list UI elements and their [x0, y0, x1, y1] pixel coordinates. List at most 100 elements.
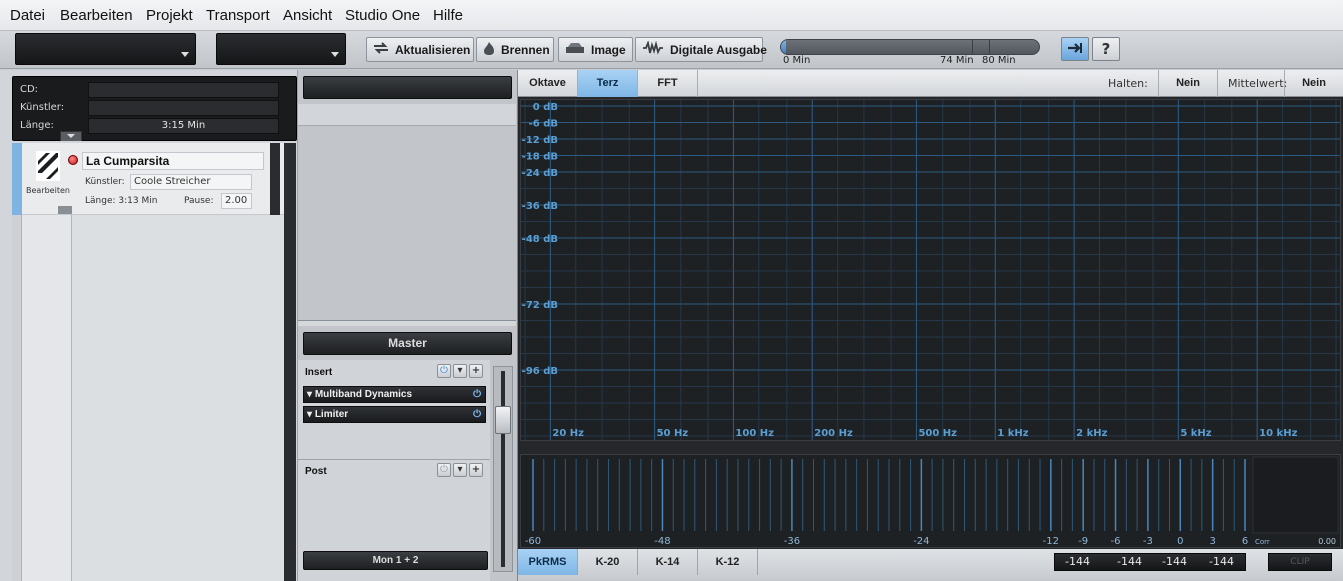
- menu-hilfe[interactable]: Hilfe: [433, 0, 463, 31]
- track-row-scrollbar[interactable]: [270, 143, 280, 215]
- meter-scale-1: -48: [654, 536, 670, 547]
- edit-track-icon[interactable]: [36, 151, 60, 184]
- track-artist-field[interactable]: Coole Streicher: [130, 174, 252, 190]
- digital-output-label: Digitale Ausgabe: [670, 42, 767, 57]
- hold-toggle[interactable]: Nein: [1158, 70, 1218, 97]
- meter-scale-10: 6: [1242, 536, 1248, 547]
- swap-arrows-icon: [373, 42, 389, 57]
- freq-label-8: 10 kHz: [1259, 428, 1297, 439]
- capacity-label-80: 80 Min: [982, 55, 1016, 66]
- freq-label-4: 500 Hz: [918, 428, 957, 439]
- detach-panel-button[interactable]: [1061, 37, 1089, 61]
- track-list: Bearbeiten La Cumparsita Künstler: Coole…: [12, 143, 296, 581]
- toolbar: Aktualisieren Brennen Image Digitale Aus…: [0, 31, 1343, 69]
- freq-label-7: 5 kHz: [1180, 428, 1211, 439]
- tab-oktave[interactable]: Oktave: [518, 70, 578, 97]
- help-button[interactable]: ?: [1092, 37, 1120, 61]
- channel-header[interactable]: [303, 76, 512, 99]
- track-row[interactable]: Bearbeiten La Cumparsita Künstler: Coole…: [22, 143, 284, 215]
- power-icon[interactable]: ⏻: [473, 387, 481, 402]
- flame-icon: [483, 41, 495, 59]
- chevron-down-icon: [331, 52, 339, 57]
- mode-pkrms[interactable]: PkRMS: [518, 549, 578, 575]
- burn-label: Brennen: [501, 42, 550, 57]
- corr-value: 0.00: [1318, 537, 1336, 546]
- db-label-0: 0 dB: [533, 102, 558, 113]
- cd-title-label: CD:: [20, 84, 39, 95]
- cd-artist-label: Künstler:: [20, 102, 65, 113]
- db-label-2: -12 dB: [522, 135, 558, 146]
- speed-dropdown[interactable]: [216, 33, 346, 65]
- output-selector[interactable]: Mon 1 + 2: [303, 551, 488, 570]
- db-label-6: -48 dB: [522, 234, 558, 245]
- master-channel-label[interactable]: Master: [303, 332, 512, 355]
- insert-section: Insert ⏻ ▾ + ▾ Multiband Dynamics ⏻ ▾ Lim…: [298, 360, 490, 581]
- track-panel: CD: Künstler: Länge: 3:15 Min Bearbeiten…: [0, 70, 298, 581]
- mode-k14[interactable]: K-14: [638, 549, 698, 575]
- cd-info-box: CD: Künstler: Länge: 3:15 Min: [12, 76, 297, 141]
- tab-fft[interactable]: FFT: [638, 70, 698, 97]
- plugin-multiband-dynamics[interactable]: ▾ Multiband Dynamics ⏻: [303, 386, 486, 403]
- device-dropdown[interactable]: [15, 33, 196, 65]
- record-icon[interactable]: [68, 155, 78, 165]
- post-add-icon[interactable]: +: [469, 463, 483, 477]
- menu-bearbeiten[interactable]: Bearbeiten: [60, 0, 133, 31]
- menu-bar: Datei Bearbeiten Projekt Transport Ansic…: [0, 0, 1343, 31]
- meter-scale-7: -3: [1143, 536, 1153, 547]
- analyzer-tabbar: Oktave Terz FFT Halten: Nein Mittelwert:…: [518, 70, 1343, 97]
- menu-transport[interactable]: Transport: [206, 0, 270, 31]
- spectrum-grid: 0 dB -6 dB -12 dB -18 dB -24 dB -36 dB -48 dB -…: [521, 100, 1340, 440]
- post-power-icon[interactable]: ⏻: [437, 463, 451, 477]
- cd-artist-field[interactable]: [88, 100, 279, 116]
- collapse-toggle[interactable]: [60, 131, 82, 141]
- track-list-scrollbar[interactable]: [284, 143, 296, 581]
- mode-k20[interactable]: K-20: [578, 549, 638, 575]
- level-readouts: -144 -144 -144 -144: [1054, 553, 1246, 571]
- mode-k12[interactable]: K-12: [698, 549, 758, 575]
- track-title-field[interactable]: La Cumparsita: [82, 152, 264, 170]
- cd-length-label: Länge:: [20, 120, 54, 131]
- meter-scale-5: -9: [1078, 536, 1088, 547]
- pause-field[interactable]: 2.00: [221, 193, 252, 209]
- capacity-label-0: 0 Min: [783, 55, 811, 66]
- menu-ansicht[interactable]: Ansicht: [283, 0, 332, 31]
- post-label: Post: [305, 466, 327, 477]
- update-button[interactable]: Aktualisieren: [366, 37, 474, 62]
- image-button[interactable]: Image: [558, 37, 633, 62]
- menu-projekt[interactable]: Projekt: [146, 0, 193, 31]
- image-label: Image: [591, 42, 626, 57]
- burn-button[interactable]: Brennen: [476, 37, 554, 62]
- db-label-5: -36 dB: [522, 201, 558, 212]
- cd-title-field[interactable]: [88, 82, 279, 98]
- cd-length-value: 3:15 Min: [88, 118, 279, 134]
- spectrum-analyzer: Oktave Terz FFT Halten: Nein Mittelwert:…: [518, 70, 1343, 581]
- track-expand-toggle[interactable]: [58, 206, 72, 214]
- readout-3: -144: [1162, 555, 1187, 568]
- tab-terz[interactable]: Terz: [578, 70, 638, 97]
- insert-add-icon[interactable]: +: [469, 364, 483, 378]
- plugin-name: Multiband Dynamics: [314, 389, 413, 400]
- insert-label: Insert: [305, 367, 333, 378]
- readout-4: -144: [1209, 555, 1234, 568]
- digital-output-button[interactable]: Digitale Ausgabe: [635, 37, 767, 62]
- freq-label-2: 100 Hz: [735, 428, 774, 439]
- track-length: Länge: 3:13 Min: [85, 196, 158, 206]
- disc-drive-icon: [565, 42, 585, 57]
- freq-label-3: 200 Hz: [814, 428, 853, 439]
- meter-scale-2: -36: [784, 536, 800, 547]
- corr-label: Corr: [1255, 538, 1270, 546]
- insert-menu-chevron-icon[interactable]: ▾: [453, 364, 467, 378]
- menu-studio-one[interactable]: Studio One: [345, 0, 420, 31]
- clip-indicator[interactable]: CLIP: [1268, 553, 1332, 571]
- db-label-1: -6 dB: [529, 119, 558, 130]
- menu-datei[interactable]: Datei: [10, 0, 45, 31]
- splitter[interactable]: [298, 320, 516, 326]
- insert-power-icon[interactable]: ⏻: [437, 364, 451, 378]
- plugin-limiter[interactable]: ▾ Limiter ⏻: [303, 406, 486, 423]
- post-menu-chevron-icon[interactable]: ▾: [453, 463, 467, 477]
- volume-fader[interactable]: [495, 406, 511, 434]
- db-label-4: -24 dB: [522, 168, 558, 179]
- average-toggle[interactable]: Nein: [1284, 70, 1343, 97]
- power-icon[interactable]: ⏻: [473, 407, 481, 422]
- hold-label: Halten:: [1108, 77, 1148, 90]
